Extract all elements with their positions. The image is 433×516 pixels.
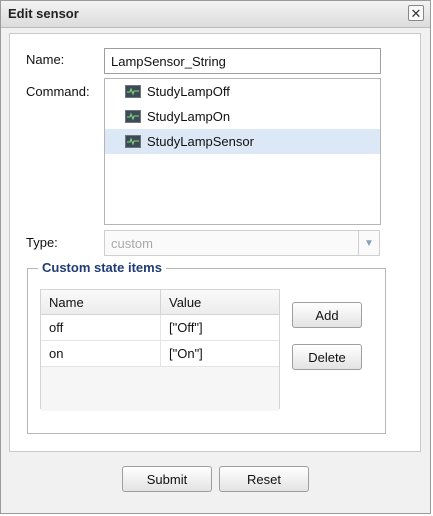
device-icon: [125, 85, 141, 98]
name-label: Name:: [26, 52, 65, 67]
chevron-down-icon[interactable]: ▼: [358, 231, 379, 255]
dialog-content: Name: Command: StudyLampOff StudyLampOn: [9, 33, 421, 452]
custom-state-fieldset: Custom state items Name Value off ["Off"…: [27, 260, 386, 434]
command-label: Command:: [26, 84, 90, 99]
command-item-studylampon[interactable]: StudyLampOn: [105, 104, 380, 129]
command-item-label: StudyLampOff: [147, 84, 230, 99]
add-button[interactable]: Add: [292, 302, 362, 328]
custom-state-grid: Name Value off ["Off"] on ["On"]: [40, 289, 280, 411]
grid-header: Name Value: [41, 290, 279, 315]
column-header-name[interactable]: Name: [41, 290, 161, 314]
device-icon: [125, 110, 141, 123]
delete-button[interactable]: Delete: [292, 344, 362, 370]
close-icon: ✕: [410, 5, 422, 21]
table-row[interactable]: on ["On"]: [41, 341, 279, 367]
name-input[interactable]: [104, 48, 381, 74]
command-item-studylampoff[interactable]: StudyLampOff: [105, 79, 380, 104]
custom-state-legend: Custom state items: [38, 260, 166, 275]
device-icon: [125, 135, 141, 148]
dialog-titlebar[interactable]: Edit sensor ✕: [1, 1, 430, 28]
reset-button[interactable]: Reset: [219, 466, 309, 492]
type-label: Type:: [26, 235, 58, 250]
row-value-cell: ["Off"]: [169, 320, 203, 335]
command-list[interactable]: StudyLampOff StudyLampOn StudyLampSensor: [104, 78, 381, 225]
table-row[interactable]: off ["Off"]: [41, 315, 279, 341]
command-item-label: StudyLampSensor: [147, 134, 254, 149]
row-name-cell: off: [41, 315, 161, 340]
row-name-cell: on: [41, 341, 161, 366]
submit-button[interactable]: Submit: [122, 466, 212, 492]
grid-empty-area: [41, 367, 279, 411]
close-button[interactable]: ✕: [408, 5, 424, 21]
type-value: custom: [111, 236, 153, 251]
type-select[interactable]: custom ▼: [104, 230, 380, 256]
column-header-value[interactable]: Value: [161, 290, 279, 314]
command-item-label: StudyLampOn: [147, 109, 231, 124]
row-value-cell: ["On"]: [169, 346, 203, 361]
edit-sensor-dialog: Edit sensor ✕ Name: Command: StudyLampOf…: [0, 0, 431, 514]
command-item-studylampsensor[interactable]: StudyLampSensor: [105, 129, 380, 154]
dialog-title: Edit sensor: [8, 6, 79, 21]
